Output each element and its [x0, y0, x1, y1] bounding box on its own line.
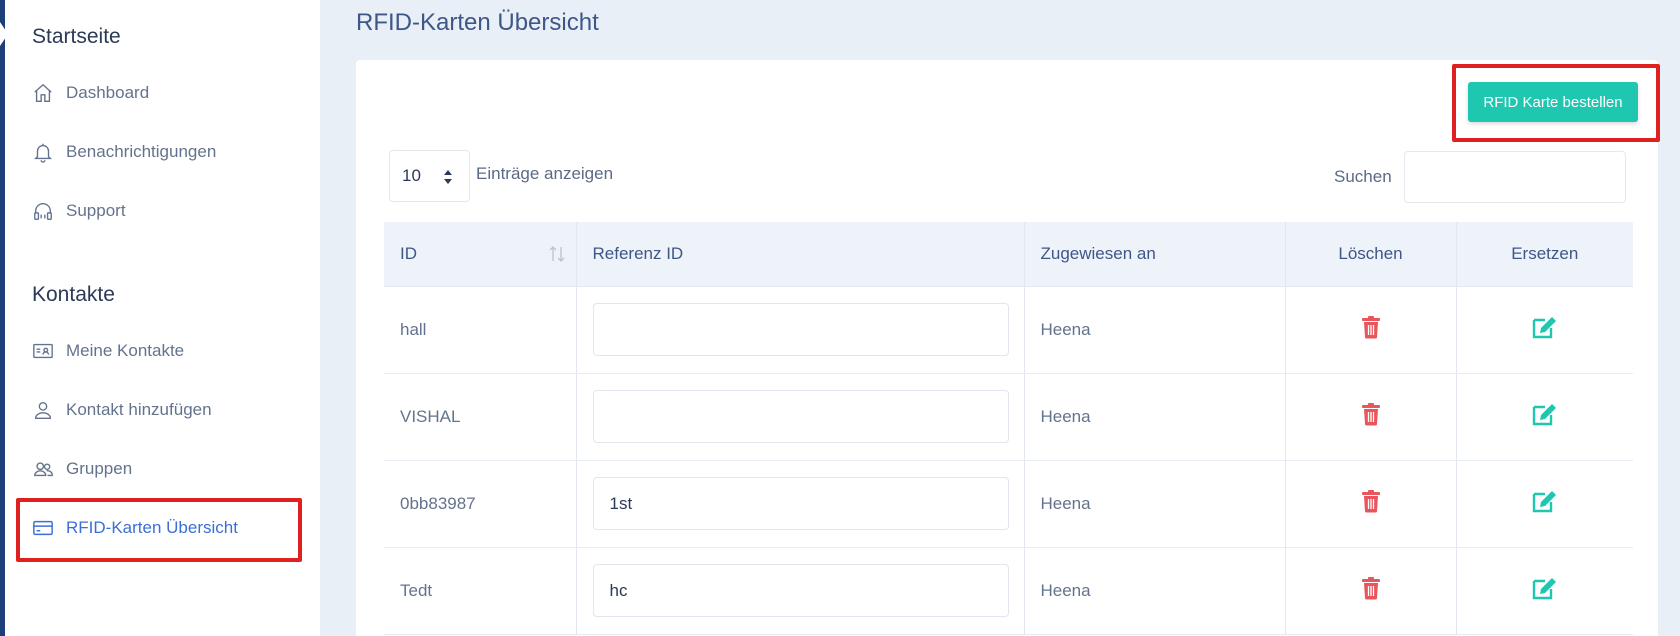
cell-id: 0bb83987: [384, 460, 577, 548]
sidebar-item-meine-kontakte[interactable]: Meine Kontakte: [32, 336, 184, 366]
cell-replace: [1456, 286, 1633, 374]
trash-icon[interactable]: [1361, 402, 1381, 426]
cell-replace: [1456, 460, 1633, 548]
cell-id: Tedt: [384, 547, 577, 635]
cell-delete: [1285, 373, 1457, 461]
edit-icon[interactable]: [1532, 576, 1558, 600]
cell-id: VISHAL: [384, 373, 577, 461]
select-arrows-icon: [444, 170, 452, 184]
cell-id: hall: [384, 286, 577, 374]
trash-icon[interactable]: [1361, 576, 1381, 600]
contact-card-icon: [32, 340, 54, 362]
users-icon: [32, 458, 54, 480]
reference-id-input[interactable]: [592, 564, 1009, 617]
sidebar-item-label: Kontakt hinzufügen: [66, 400, 212, 419]
reference-id-input[interactable]: [592, 303, 1009, 356]
sidebar-section-kontakte: Kontakte: [32, 283, 115, 306]
cell-delete: [1285, 547, 1457, 635]
cell-assigned: Heena: [1024, 373, 1286, 461]
sidebar-section-startseite: Startseite: [32, 25, 121, 48]
cell-ref: [576, 373, 1025, 461]
table-header-row: ID Referenz ID Zugewiesen an Löschen Ers…: [384, 222, 1633, 287]
entries-length-value: 10: [402, 166, 421, 185]
edit-icon[interactable]: [1532, 402, 1558, 426]
cell-assigned: Heena: [1024, 547, 1286, 635]
home-icon: [32, 82, 54, 104]
column-header-assigned: Zugewiesen an: [1024, 222, 1286, 287]
table-row: 0bb83987 Heena: [384, 460, 1633, 548]
sidebar-item-label: Benachrichtigungen: [66, 142, 217, 161]
reference-id-input[interactable]: [592, 477, 1009, 530]
sidebar-item-label: Meine Kontakte: [66, 341, 185, 360]
entries-length-select[interactable]: 10: [389, 150, 470, 202]
column-header-delete: Löschen: [1285, 222, 1457, 287]
highlight-box-sidebar: [16, 498, 302, 562]
sidebar-item-label: Gruppen: [66, 459, 133, 478]
cell-assigned: Heena: [1024, 460, 1286, 548]
trash-icon[interactable]: [1361, 315, 1381, 339]
column-header-label: ID: [400, 243, 417, 263]
column-header-label: Ersetzen: [1511, 243, 1579, 263]
cell-ref: [576, 286, 1025, 374]
sidebar-item-gruppen[interactable]: Gruppen: [32, 454, 132, 484]
table-row: Tedt Heena: [384, 547, 1633, 635]
user-icon: [32, 399, 54, 421]
cell-delete: [1285, 286, 1457, 374]
cell-ref: [576, 547, 1025, 635]
cell-replace: [1456, 547, 1633, 635]
sidebar-item-support[interactable]: Support: [32, 196, 126, 226]
table-row: hall Heena: [384, 286, 1633, 374]
entries-length-label: Einträge anzeigen: [476, 164, 614, 183]
column-header-label: Löschen: [1338, 243, 1403, 263]
search-input[interactable]: [1404, 151, 1626, 203]
edit-icon[interactable]: [1532, 315, 1558, 339]
sort-icon: [549, 246, 564, 262]
cell-ref: [576, 460, 1025, 548]
column-header-label: Zugewiesen an: [1040, 243, 1156, 263]
page-title: RFID-Karten Übersicht: [356, 9, 599, 36]
cell-assigned: Heena: [1024, 286, 1286, 374]
highlight-box-order-button: [1452, 64, 1660, 142]
rfid-table: ID Referenz ID Zugewiesen an Löschen Ers…: [384, 222, 1633, 635]
reference-id-input[interactable]: [592, 390, 1009, 443]
sidebar-item-benachrichtigungen[interactable]: Benachrichtigungen: [32, 137, 216, 167]
trash-icon[interactable]: [1361, 489, 1381, 513]
sidebar-item-kontakt-hinzufuegen[interactable]: Kontakt hinzufügen: [32, 395, 212, 425]
sidebar-item-dashboard[interactable]: Dashboard: [32, 78, 149, 108]
column-header-label: Referenz ID: [592, 243, 684, 263]
column-header-replace: Ersetzen: [1456, 222, 1633, 287]
column-header-id[interactable]: ID: [384, 222, 577, 287]
edit-icon[interactable]: [1532, 489, 1558, 513]
bell-icon: [32, 141, 54, 163]
table-row: VISHAL Heena: [384, 373, 1633, 461]
cell-delete: [1285, 460, 1457, 548]
column-header-ref: Referenz ID: [576, 222, 1025, 287]
sidebar-item-label: Dashboard: [66, 83, 150, 102]
search-label: Suchen: [1334, 167, 1392, 186]
headphones-icon: [32, 200, 54, 222]
sidebar-edge: [0, 0, 5, 636]
sidebar-item-label: Support: [66, 201, 126, 220]
cell-replace: [1456, 373, 1633, 461]
sidebar-notch: [0, 22, 8, 46]
